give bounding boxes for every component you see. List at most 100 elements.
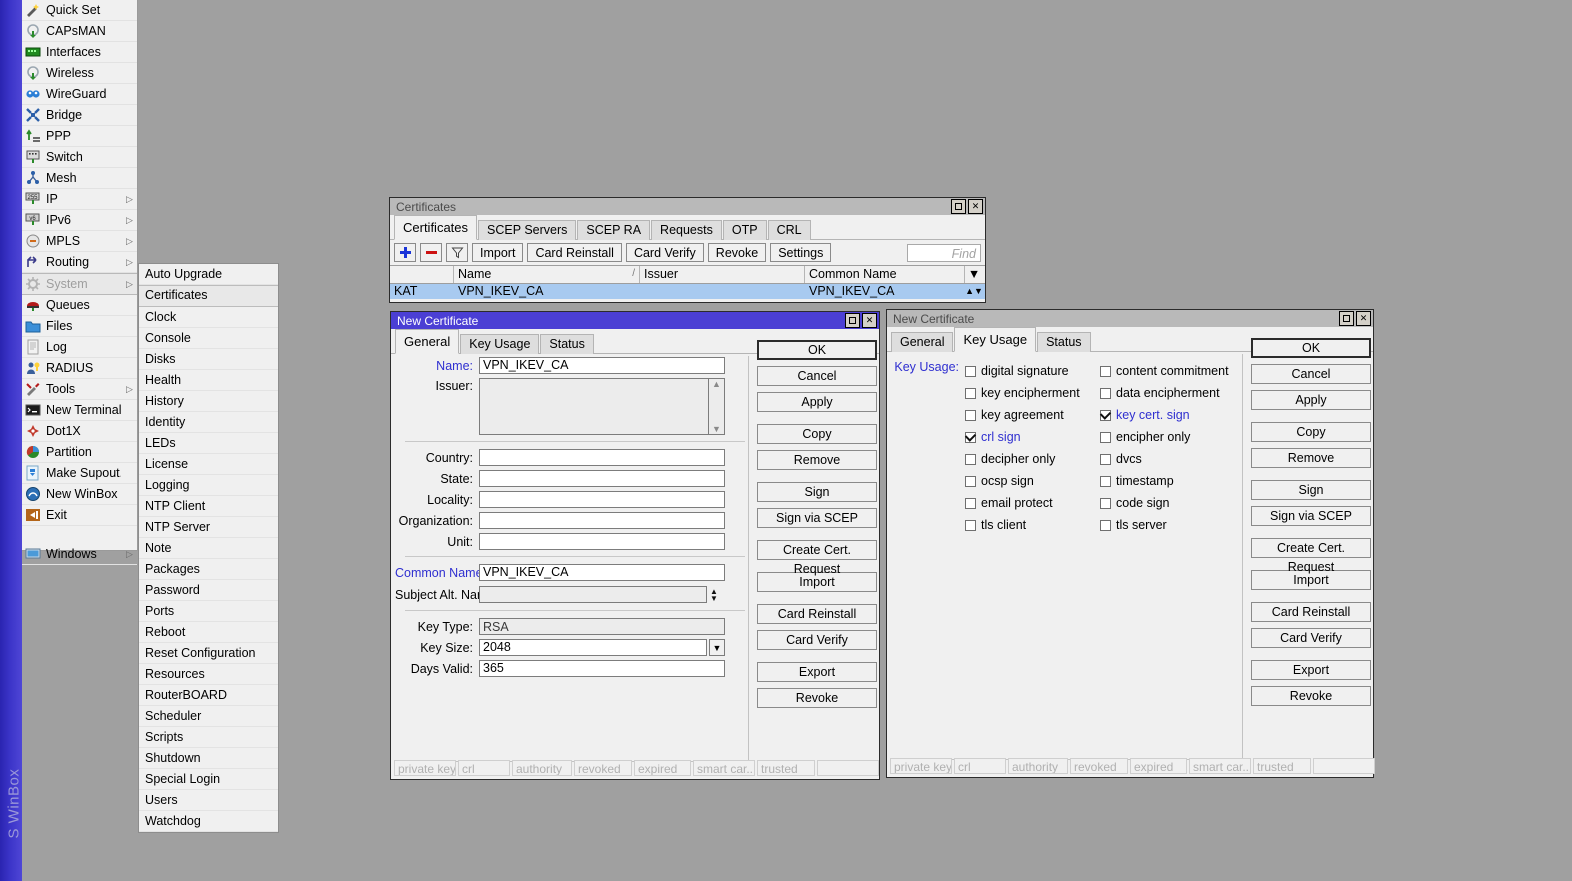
close-icon[interactable]: ✕ [862, 313, 877, 328]
menu-item-switch[interactable]: Switch [22, 147, 137, 168]
menu-item-log[interactable]: Log [22, 337, 137, 358]
maximize-button[interactable] [1339, 311, 1354, 326]
menu-item-wireless[interactable]: Wireless [22, 63, 137, 84]
apply-button[interactable]: Apply [757, 392, 877, 412]
menu-item-ipv6[interactable]: v6 IPv6 ▷ [22, 210, 137, 231]
key-usage-option-ocsp-sign[interactable]: ocsp sign [965, 470, 1100, 492]
key-usage-option-key-cert-sign[interactable]: key cert. sign [1100, 404, 1250, 426]
column-issuer[interactable]: Issuer [640, 266, 805, 283]
submenu-item-special-login[interactable]: Special Login [139, 769, 278, 790]
checkbox-icon[interactable] [1100, 453, 1111, 465]
settings-button[interactable]: Settings [770, 243, 832, 262]
checkbox-icon[interactable] [965, 519, 976, 531]
chevron-down-icon[interactable]: ▼ [965, 266, 983, 283]
key-usage-option-key-encipherment[interactable]: key encipherment [965, 382, 1100, 404]
menu-item-bridge[interactable]: Bridge [22, 105, 137, 126]
issuer-scrollbar[interactable]: ▲ ▼ [709, 378, 725, 435]
key-usage-option-encipher-only[interactable]: encipher only [1100, 426, 1250, 448]
submenu-item-license[interactable]: License [139, 454, 278, 475]
checkbox-icon[interactable] [1100, 497, 1111, 509]
import-button[interactable]: Import [472, 243, 524, 262]
key-usage-option-tls-client[interactable]: tls client [965, 514, 1100, 536]
submenu-item-scheduler[interactable]: Scheduler [139, 706, 278, 727]
submenu-item-password[interactable]: Password [139, 580, 278, 601]
submenu-item-identity[interactable]: Identity [139, 412, 278, 433]
issuer-textarea[interactable] [479, 378, 709, 435]
checkbox-icon[interactable] [1100, 387, 1111, 399]
menu-item-ip[interactable]: 255 IP ▷ [22, 189, 137, 210]
dialog2-titlebar[interactable]: New Certificate ✕ [887, 310, 1373, 327]
submenu-item-health[interactable]: Health [139, 370, 278, 391]
remove-button[interactable]: Remove [1251, 448, 1371, 468]
tab-status[interactable]: Status [1037, 332, 1091, 352]
card-reinstall-button[interactable]: Card Reinstall [1251, 602, 1371, 622]
card-reinstall-button[interactable]: Card Reinstall [757, 604, 877, 624]
dialog1-titlebar[interactable]: New Certificate ✕ [391, 312, 879, 329]
sign-button[interactable]: Sign [757, 482, 877, 502]
key-usage-option-key-agreement[interactable]: key agreement [965, 404, 1100, 426]
card-reinstall-button[interactable]: Card Reinstall [527, 243, 622, 262]
submenu-item-scripts[interactable]: Scripts [139, 727, 278, 748]
sign-via-scep-button[interactable]: Sign via SCEP [757, 508, 877, 528]
submenu-item-users[interactable]: Users [139, 790, 278, 811]
menu-item-interfaces[interactable]: Interfaces [22, 42, 137, 63]
menu-item-exit[interactable]: Exit [22, 505, 137, 526]
ok-button[interactable]: OK [757, 340, 877, 360]
menu-item-new-terminal[interactable]: New Terminal [22, 400, 137, 421]
checkbox-icon[interactable] [965, 475, 976, 487]
menu-item-partition[interactable]: Partition [22, 442, 137, 463]
ok-button[interactable]: OK [1251, 338, 1371, 358]
menu-item-files[interactable]: Files [22, 316, 137, 337]
tab-scep-servers[interactable]: SCEP Servers [478, 220, 577, 240]
find-input[interactable]: Find [907, 243, 981, 262]
close-icon[interactable]: ✕ [1356, 311, 1371, 326]
submenu-item-auto-upgrade[interactable]: Auto Upgrade [139, 264, 278, 285]
checkbox-icon[interactable] [1100, 409, 1111, 421]
submenu-item-resources[interactable]: Resources [139, 664, 278, 685]
close-icon[interactable]: ✕ [968, 199, 983, 214]
subject-alt-name-stepper[interactable]: ▲ ▼ [707, 585, 721, 604]
checkbox-icon[interactable] [965, 387, 976, 399]
submenu-item-reboot[interactable]: Reboot [139, 622, 278, 643]
key-usage-option-content-commitment[interactable]: content commitment [1100, 360, 1250, 382]
tab-key-usage[interactable]: Key Usage [460, 334, 540, 354]
card-verify-button[interactable]: Card Verify [625, 243, 704, 262]
tab-key-usage[interactable]: Key Usage [954, 327, 1037, 352]
key-usage-option-code-sign[interactable]: code sign [1100, 492, 1250, 514]
menu-item-quick-set[interactable]: Quick Set [22, 0, 137, 21]
submenu-item-packages[interactable]: Packages [139, 559, 278, 580]
filter-icon[interactable] [446, 243, 468, 262]
key-usage-option-data-encipherment[interactable]: data encipherment [1100, 382, 1250, 404]
revoke-button[interactable]: Revoke [707, 243, 767, 262]
remove-button[interactable]: Remove [757, 450, 877, 470]
tab-certificates[interactable]: Certificates [394, 215, 478, 240]
key-usage-option-tls-server[interactable]: tls server [1100, 514, 1250, 536]
submenu-item-certificates[interactable]: Certificates [139, 285, 278, 307]
maximize-button[interactable] [951, 199, 966, 214]
unit-input[interactable] [479, 533, 725, 550]
submenu-item-console[interactable]: Console [139, 328, 278, 349]
create-cert-request-button[interactable]: Create Cert. Request [757, 540, 877, 576]
checkbox-icon[interactable] [965, 365, 976, 377]
menu-item-mesh[interactable]: Mesh [22, 168, 137, 189]
checkbox-icon[interactable] [1100, 365, 1111, 377]
scroll-thumb[interactable]: ▲▼ [965, 284, 983, 299]
days-valid-input[interactable] [479, 660, 725, 677]
menu-item-make-supout-rif[interactable]: Make Supout.rif [22, 463, 137, 484]
key-usage-option-dvcs[interactable]: dvcs [1100, 448, 1250, 470]
card-verify-button[interactable]: Card Verify [757, 630, 877, 650]
submenu-item-disks[interactable]: Disks [139, 349, 278, 370]
cancel-button[interactable]: Cancel [757, 366, 877, 386]
revoke-button[interactable]: Revoke [1251, 686, 1371, 706]
menu-item-queues[interactable]: Queues [22, 295, 137, 316]
menu-item-ppp[interactable]: PPP [22, 126, 137, 147]
sign-via-scep-button[interactable]: Sign via SCEP [1251, 506, 1371, 526]
tab-status[interactable]: Status [540, 334, 594, 354]
checkbox-icon[interactable] [1100, 475, 1111, 487]
checkbox-icon[interactable] [965, 409, 976, 421]
tab-general[interactable]: General [395, 329, 460, 354]
remove-icon[interactable] [420, 243, 442, 262]
cancel-button[interactable]: Cancel [1251, 364, 1371, 384]
checkbox-icon[interactable] [965, 453, 976, 465]
menu-item-mpls[interactable]: MPLS ▷ [22, 231, 137, 252]
